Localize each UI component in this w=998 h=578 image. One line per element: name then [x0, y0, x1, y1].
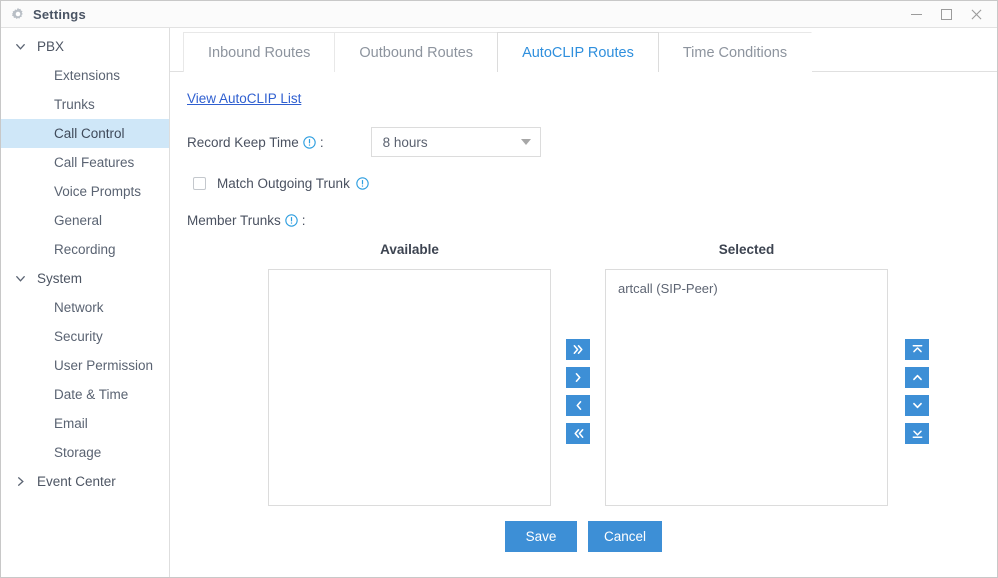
sidebar-item-security[interactable]: Security: [1, 322, 169, 351]
sidebar: PBX Extensions Trunks Call Control Call …: [1, 28, 170, 577]
selected-column: Selected artcall (SIP-Peer): [605, 242, 888, 506]
sidebar-item-network[interactable]: Network: [1, 293, 169, 322]
add-selected-button[interactable]: [566, 367, 590, 388]
tab-bar: Inbound Routes Outbound Routes AutoCLIP …: [170, 32, 997, 73]
member-trunks-colon: :: [301, 213, 306, 228]
tab-inbound-routes[interactable]: Inbound Routes: [183, 32, 336, 72]
gear-icon: [11, 7, 25, 21]
available-header: Available: [380, 242, 439, 257]
view-autoclip-list-row: View AutoCLIP List: [187, 90, 997, 108]
info-icon[interactable]: [356, 176, 369, 190]
sidebar-item-user-permission[interactable]: User Permission: [1, 351, 169, 380]
info-icon[interactable]: [285, 214, 298, 227]
sidebar-group-label: System: [37, 271, 83, 286]
record-keep-time-label-text: Record Keep Time: [187, 134, 299, 150]
window-controls: [901, 1, 997, 27]
chevron-right-icon: [12, 474, 28, 490]
sidebar-item-storage[interactable]: Storage: [1, 438, 169, 467]
sidebar-group-pbx[interactable]: PBX: [1, 32, 169, 61]
save-button[interactable]: Save: [504, 520, 577, 552]
member-trunks-dual-list: Available Selected artcall (SIP-Peer): [187, 242, 997, 506]
record-keep-time-value: 8 hours: [382, 134, 428, 150]
body-split: PBX Extensions Trunks Call Control Call …: [1, 28, 997, 577]
selected-listbox[interactable]: artcall (SIP-Peer): [605, 269, 888, 506]
tab-outbound-routes[interactable]: Outbound Routes: [334, 32, 499, 72]
sidebar-item-voice-prompts[interactable]: Voice Prompts: [1, 177, 169, 206]
sidebar-item-extensions[interactable]: Extensions: [1, 61, 169, 90]
record-keep-time-select[interactable]: 8 hours: [370, 127, 541, 157]
transfer-button-column: [566, 242, 590, 444]
record-keep-time-row: Record Keep Time : 8 hours: [187, 127, 997, 157]
title-bar: Settings: [1, 1, 997, 28]
move-up-button[interactable]: [905, 367, 929, 388]
maximize-icon[interactable]: [931, 1, 961, 27]
sidebar-item-trunks[interactable]: Trunks: [1, 90, 169, 119]
title-bar-left: Settings: [11, 7, 86, 22]
chevron-down-icon: [12, 39, 28, 55]
sidebar-group-label: Event Center: [37, 474, 116, 489]
sidebar-item-date-time[interactable]: Date & Time: [1, 380, 169, 409]
match-outgoing-trunk-label: Match Outgoing Trunk: [217, 176, 369, 191]
view-autoclip-list-link[interactable]: View AutoCLIP List: [187, 91, 301, 106]
remove-selected-button[interactable]: [566, 395, 590, 416]
info-icon[interactable]: [303, 135, 316, 149]
match-outgoing-trunk-label-text: Match Outgoing Trunk: [217, 175, 350, 191]
sidebar-group-system[interactable]: System: [1, 264, 169, 293]
form-footer: Save Cancel: [170, 495, 997, 577]
move-to-top-button[interactable]: [905, 339, 929, 360]
available-column: Available: [268, 242, 551, 506]
move-down-button[interactable]: [905, 395, 929, 416]
cancel-button[interactable]: Cancel: [587, 520, 663, 552]
member-trunks-label: Member Trunks :: [187, 213, 997, 228]
settings-window: Settings PBX Extensions Trunks Call Cont: [0, 0, 998, 578]
selected-header: Selected: [718, 242, 775, 257]
match-outgoing-trunk-row: Match Outgoing Trunk: [187, 171, 997, 195]
record-keep-time-label: Record Keep Time :: [187, 135, 324, 150]
move-to-bottom-button[interactable]: [905, 423, 929, 444]
sidebar-item-general[interactable]: General: [1, 206, 169, 235]
chevron-down-icon: [12, 271, 28, 287]
sidebar-group-label: PBX: [37, 39, 65, 54]
order-button-column: [905, 242, 929, 444]
remove-all-button[interactable]: [566, 423, 590, 444]
window-title: Settings: [33, 6, 86, 22]
chevron-down-icon: [520, 139, 531, 145]
minimize-icon[interactable]: [901, 1, 931, 27]
close-icon[interactable]: [961, 1, 991, 27]
add-all-button[interactable]: [566, 339, 590, 360]
member-trunks-label-text: Member Trunks: [187, 213, 281, 228]
sidebar-item-email[interactable]: Email: [1, 409, 169, 438]
content-pane: Inbound Routes Outbound Routes AutoCLIP …: [170, 28, 997, 577]
autoclip-form: View AutoCLIP List Record Keep Time : 8 …: [170, 72, 997, 506]
sidebar-group-event-center[interactable]: Event Center: [1, 467, 169, 496]
sidebar-item-call-control[interactable]: Call Control: [1, 119, 169, 148]
record-keep-time-colon: :: [319, 134, 324, 150]
available-listbox[interactable]: [268, 269, 551, 506]
sidebar-item-call-features[interactable]: Call Features: [1, 148, 169, 177]
tab-time-conditions[interactable]: Time Conditions: [657, 32, 813, 72]
match-outgoing-trunk-checkbox[interactable]: [193, 176, 206, 190]
sidebar-item-recording[interactable]: Recording: [1, 235, 169, 264]
list-item[interactable]: artcall (SIP-Peer): [606, 278, 887, 300]
tab-autoclip-routes[interactable]: AutoCLIP Routes: [497, 32, 659, 73]
